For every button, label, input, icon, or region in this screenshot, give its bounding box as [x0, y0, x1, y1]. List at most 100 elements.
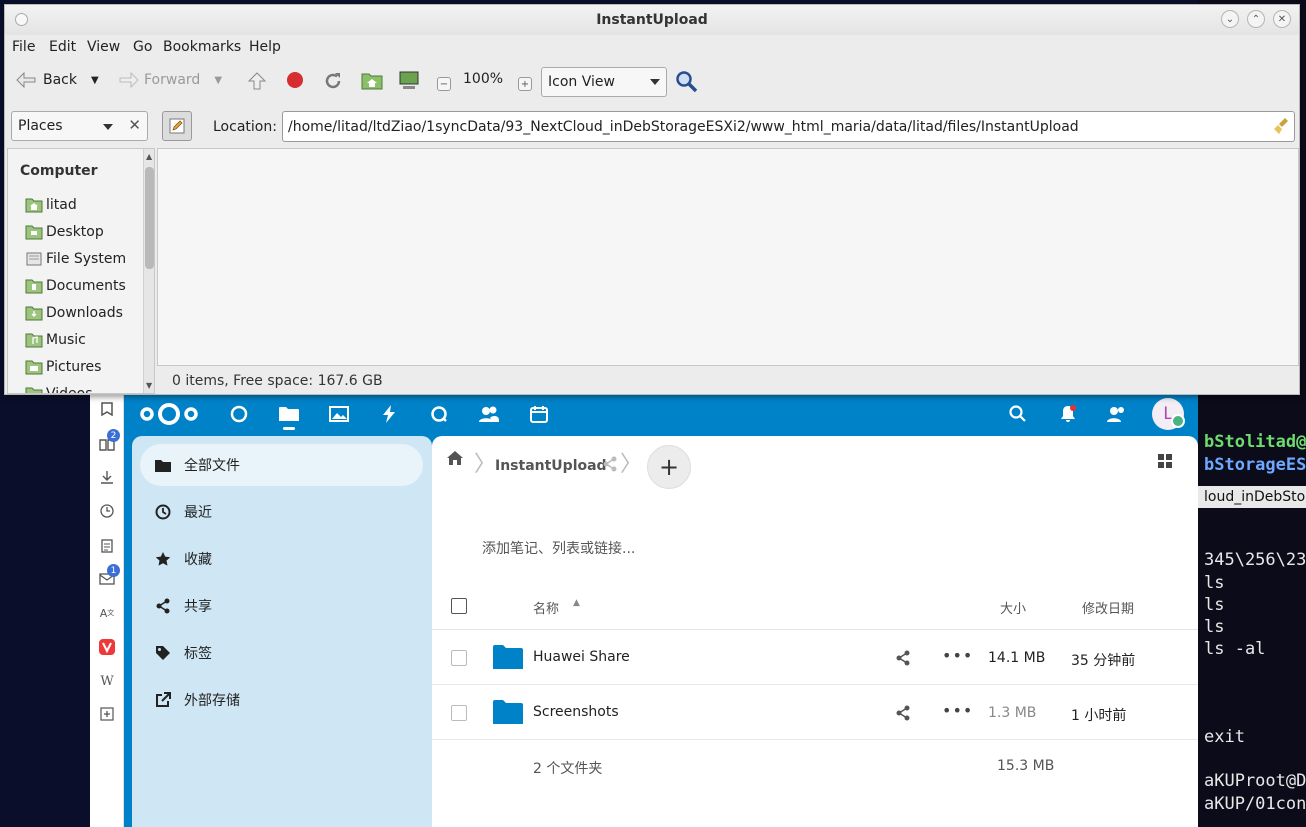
- file-modified: 35 分钟前: [1071, 653, 1136, 669]
- nav-label: 全部文件: [184, 458, 240, 474]
- new-button[interactable]: +: [647, 445, 691, 489]
- nav-shares[interactable]: 共享: [140, 585, 423, 627]
- sidebar-item-music[interactable]: Music: [25, 332, 86, 348]
- file-name[interactable]: Screenshots: [533, 704, 619, 720]
- up-button[interactable]: [247, 71, 267, 91]
- breadcrumb-separator: 〉: [474, 452, 497, 477]
- window-title: InstantUpload: [596, 12, 708, 28]
- dashboard-icon[interactable]: [227, 402, 251, 426]
- column-size[interactable]: 大小: [1000, 598, 1026, 617]
- menu-go[interactable]: Go: [133, 39, 152, 55]
- row-checkbox[interactable]: [451, 705, 467, 721]
- talk-icon[interactable]: [427, 402, 451, 426]
- forward-history-dropdown[interactable]: ▼: [214, 75, 222, 86]
- places-select[interactable]: Places ✕: [11, 111, 148, 141]
- sidebar-scrollbar[interactable]: ▲ ▼: [143, 149, 154, 393]
- translate-icon[interactable]: A文: [98, 604, 116, 622]
- forward-button[interactable]: Forward ▼: [118, 71, 222, 89]
- notes-icon[interactable]: [98, 537, 116, 555]
- terminal-line: ls: [1204, 617, 1225, 637]
- rich-workspace-input[interactable]: 添加笔记、列表或链接...: [482, 538, 635, 558]
- vivaldi-icon[interactable]: [98, 638, 116, 656]
- online-status-icon: [1171, 414, 1185, 428]
- file-view-area[interactable]: [157, 148, 1299, 366]
- row-checkbox[interactable]: [451, 650, 467, 666]
- wikipedia-icon[interactable]: W: [98, 672, 116, 690]
- select-all-checkbox[interactable]: [451, 598, 467, 614]
- table-row[interactable]: Huawei Share ••• 14.1 MB 35 分钟前: [432, 630, 1198, 685]
- reload-icon: [325, 73, 341, 89]
- sidebar-item-litad[interactable]: litad: [25, 197, 77, 213]
- scrollbar-thumb[interactable]: [145, 167, 154, 269]
- computer-button[interactable]: [398, 71, 420, 91]
- nextcloud-header: L: [124, 394, 1198, 436]
- search-button[interactable]: [675, 70, 699, 94]
- notifications-icon[interactable]: [1056, 402, 1080, 426]
- nav-favorites[interactable]: 收藏: [140, 538, 423, 580]
- add-panel-icon[interactable]: [98, 705, 116, 723]
- folder-icon: [493, 645, 523, 673]
- bookmark-icon[interactable]: [98, 400, 116, 418]
- contacts-icon[interactable]: [477, 402, 501, 426]
- nav-external-storage[interactable]: 外部存储: [140, 679, 423, 721]
- sidebar-item-file-system[interactable]: File System: [25, 251, 126, 267]
- documents-folder-icon: [25, 279, 43, 294]
- menu-edit[interactable]: Edit: [49, 39, 76, 55]
- file-name[interactable]: Huawei Share: [533, 649, 630, 665]
- close-sidebar-icon[interactable]: ✕: [128, 116, 141, 134]
- photos-icon[interactable]: [327, 402, 351, 426]
- forward-arrow-icon: [119, 71, 139, 89]
- zoom-out-icon[interactable]: −: [437, 77, 451, 91]
- reload-button[interactable]: [323, 71, 343, 91]
- table-row[interactable]: Screenshots ••• 1.3 MB 1 小时前: [432, 685, 1198, 740]
- sidebar-item-videos[interactable]: Videos: [25, 386, 93, 393]
- view-mode-select[interactable]: Icon View: [541, 67, 667, 97]
- tag-icon: [154, 644, 172, 662]
- back-button[interactable]: Back ▼: [15, 71, 99, 89]
- nav-all-files[interactable]: 全部文件: [140, 444, 423, 486]
- share-icon[interactable]: [895, 650, 911, 670]
- share-icon[interactable]: [602, 456, 618, 476]
- menu-bookmarks[interactable]: Bookmarks: [163, 39, 241, 55]
- scroll-up-icon[interactable]: ▲: [146, 152, 152, 161]
- breadcrumb[interactable]: InstantUpload: [495, 458, 607, 474]
- nextcloud-logo-icon[interactable]: [138, 402, 200, 426]
- grid-view-icon[interactable]: [1158, 454, 1172, 472]
- share-icon[interactable]: [895, 705, 911, 725]
- menu-file[interactable]: File: [12, 39, 35, 55]
- minimize-icon[interactable]: ⌄: [1221, 10, 1239, 28]
- column-modified[interactable]: 修改日期: [1082, 598, 1134, 617]
- scroll-down-icon[interactable]: ▼: [146, 381, 152, 390]
- maximize-icon[interactable]: ⌃: [1247, 10, 1265, 28]
- sidebar-item-pictures[interactable]: Pictures: [25, 359, 101, 375]
- files-app-icon[interactable]: [277, 402, 301, 426]
- edit-location-button[interactable]: [162, 111, 192, 141]
- stop-button[interactable]: [286, 71, 304, 89]
- clear-location-icon[interactable]: [1272, 117, 1290, 139]
- more-actions-icon[interactable]: •••: [942, 701, 973, 720]
- search-icon[interactable]: [1006, 402, 1030, 426]
- nav-tags[interactable]: 标签: [140, 632, 423, 674]
- calendar-icon[interactable]: [527, 402, 551, 426]
- back-history-dropdown[interactable]: ▼: [91, 75, 99, 86]
- home-icon[interactable]: [446, 450, 464, 470]
- menu-help[interactable]: Help: [249, 39, 281, 55]
- menu-view[interactable]: View: [87, 39, 120, 55]
- location-input[interactable]: /home/litad/ltdZiao/1syncData/93_NextClo…: [282, 111, 1295, 142]
- sidebar-item-desktop[interactable]: Desktop: [25, 224, 104, 240]
- contacts-menu-icon[interactable]: [1104, 402, 1128, 426]
- downloads-icon[interactable]: [98, 468, 116, 486]
- column-name[interactable]: 名称: [533, 598, 559, 617]
- sidebar-item-downloads[interactable]: Downloads: [25, 305, 123, 321]
- home-button[interactable]: [361, 71, 383, 91]
- nav-recent[interactable]: 最近: [140, 491, 423, 533]
- activity-icon[interactable]: [377, 402, 401, 426]
- zoom-in-icon[interactable]: +: [518, 77, 532, 91]
- more-actions-icon[interactable]: •••: [942, 646, 973, 665]
- summary-size: 15.3 MB: [997, 758, 1055, 774]
- close-icon[interactable]: ✕: [1273, 10, 1291, 28]
- sidebar-item-documents[interactable]: Documents: [25, 278, 126, 294]
- history-icon[interactable]: [98, 502, 116, 520]
- file-manager-window: InstantUpload ⌄ ⌃ ✕ File Edit View Go Bo…: [4, 4, 1300, 395]
- title-bar[interactable]: InstantUpload ⌄ ⌃ ✕: [5, 5, 1299, 35]
